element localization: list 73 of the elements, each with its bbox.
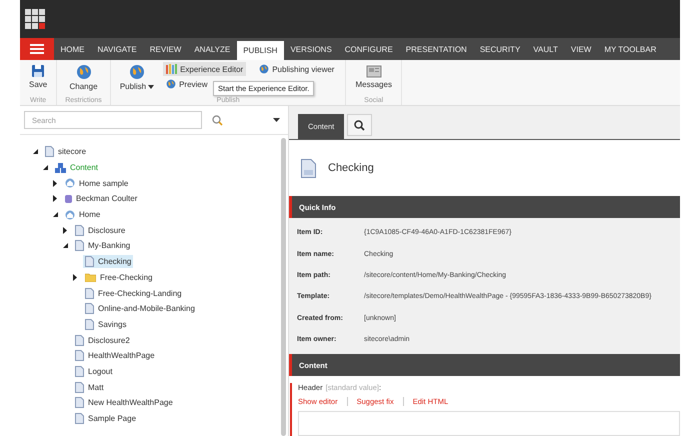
document-icon <box>75 350 84 362</box>
ribbon-button[interactable]: Save <box>28 62 48 97</box>
tree-item[interactable]: Sample Page <box>73 412 138 426</box>
search-icon <box>354 120 366 130</box>
document-icon <box>85 318 94 330</box>
collapse-arrow-icon[interactable] <box>33 149 38 154</box>
tree-item[interactable]: Disclosure <box>73 224 128 237</box>
tree-item[interactable]: Home <box>63 208 102 221</box>
tree-item[interactable]: Online-and-Mobile-Banking <box>83 302 197 316</box>
ribbon-tab[interactable]: ANALYZE <box>188 38 237 60</box>
folder-icon <box>85 272 96 282</box>
tree-item[interactable]: Home sample <box>63 177 130 190</box>
ribbon-tab[interactable]: VERSIONS <box>284 38 338 60</box>
document-icon <box>75 413 84 424</box>
ribbon-tab[interactable]: CONFIGURE <box>338 38 400 60</box>
app-logo-icon[interactable] <box>25 9 45 29</box>
collapse-arrow-icon[interactable] <box>63 243 68 248</box>
ribbon-button[interactable]: Publishing viewer <box>256 62 338 76</box>
ribbon-button[interactable]: Change <box>68 62 99 97</box>
tree-item[interactable]: Checking <box>83 255 134 268</box>
expand-arrow-icon[interactable] <box>53 195 57 202</box>
tree-item[interactable]: Free-Checking-Landing <box>83 286 184 300</box>
ribbon-tab[interactable]: MY TOOLBAR <box>598 38 663 60</box>
ribbon-button[interactable]: Publish <box>118 62 156 97</box>
pencils-icon <box>166 64 178 74</box>
ribbon-tab[interactable]: PUBLISH <box>236 41 284 60</box>
document-icon <box>75 240 84 252</box>
ribbon-tab[interactable]: SECURITY <box>473 38 527 60</box>
newspaper-icon <box>366 64 382 78</box>
document-icon <box>85 256 94 268</box>
menu-icon <box>30 44 44 54</box>
ribbon-tab[interactable]: VAULT <box>526 38 564 60</box>
tree-item[interactable]: HealthWealthPage <box>73 349 157 362</box>
cylinder-icon <box>65 194 72 204</box>
tree-item[interactable]: Savings <box>83 318 128 331</box>
document-icon <box>75 224 84 236</box>
tree-item[interactable]: Disclosure2 <box>73 334 132 347</box>
tree-item[interactable]: Beckman Coulter <box>63 192 140 205</box>
collapse-arrow-icon[interactable] <box>43 165 48 170</box>
caret-icon[interactable] <box>273 118 280 122</box>
ribbon-tab[interactable]: REVIEW <box>143 38 188 60</box>
tree-item[interactable]: New HealthWealthPage <box>73 396 175 410</box>
item-title: Checking <box>328 162 374 174</box>
document-icon <box>85 303 94 314</box>
document-icon <box>301 158 316 178</box>
text-editor-field[interactable] <box>298 411 680 436</box>
cubes-icon <box>55 162 66 173</box>
search-icon[interactable] <box>212 114 223 126</box>
document-icon <box>75 397 84 408</box>
ribbon-button[interactable]: Experience Editor <box>163 62 246 76</box>
ribbon-tab[interactable]: HOME <box>54 38 91 60</box>
document-icon <box>45 146 54 158</box>
ribbon-tab[interactable]: VIEW <box>564 38 598 60</box>
document-icon <box>75 334 84 346</box>
document-icon <box>85 288 94 299</box>
tree-item[interactable]: Logout <box>73 364 114 378</box>
tree-item[interactable]: sitecore <box>43 145 88 158</box>
document-icon <box>75 382 84 393</box>
tree-item[interactable]: Matt <box>73 380 106 394</box>
search-tab[interactable] <box>347 114 372 136</box>
ribbon-tab[interactable]: NAVIGATE <box>91 38 144 60</box>
expand-arrow-icon[interactable] <box>53 180 57 187</box>
expand-arrow-icon[interactable] <box>63 226 67 234</box>
tree-item[interactable]: My-Banking <box>73 239 132 252</box>
tree-item[interactable]: Free-Checking <box>83 272 154 283</box>
document-icon <box>75 366 84 377</box>
scrollbar[interactable] <box>281 138 286 436</box>
menu-button[interactable] <box>20 38 54 60</box>
tree-item[interactable]: Content <box>53 162 100 174</box>
ribbon-tab[interactable]: PRESENTATION <box>399 38 474 60</box>
collapse-arrow-icon[interactable] <box>53 212 58 218</box>
ribbon-button[interactable]: Messages <box>354 62 393 97</box>
expand-arrow-icon[interactable] <box>73 274 77 281</box>
